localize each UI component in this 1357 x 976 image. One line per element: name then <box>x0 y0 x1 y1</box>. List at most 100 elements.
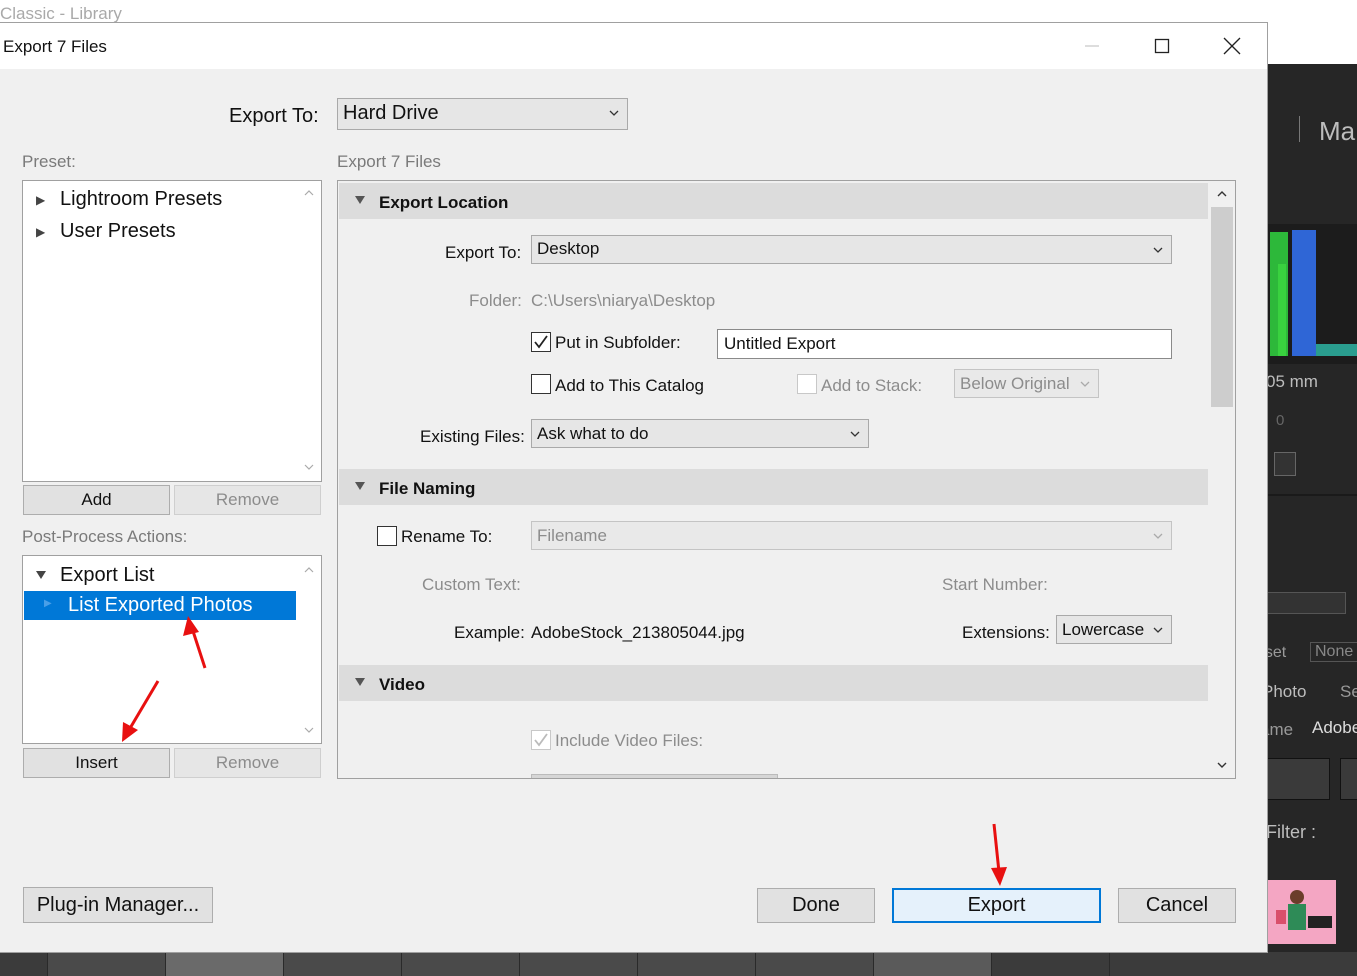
scroll-down-icon[interactable] <box>1217 761 1227 769</box>
post-remove-button[interactable]: Remove <box>174 748 321 778</box>
item-bullet-icon: ▶ <box>44 598 52 609</box>
section-title: Export Location <box>379 193 509 212</box>
photo-label: Photo <box>1266 682 1307 701</box>
chevron-down-icon <box>850 431 860 437</box>
dark-button-1[interactable] <box>1266 758 1330 800</box>
scroll-up-icon[interactable] <box>304 566 314 574</box>
value-zero: 0 <box>1276 412 1285 429</box>
export-to-select[interactable]: Hard Drive <box>337 98 628 130</box>
post-process-item-selected[interactable]: ▶ List Exported Photos <box>24 591 296 620</box>
scroll-up-icon[interactable] <box>1217 190 1227 198</box>
section-title: Video <box>379 675 425 694</box>
preset-item-label: Lightroom Presets <box>60 188 223 210</box>
export-location-header[interactable]: Export Location <box>339 183 1208 219</box>
scrollbar-thumb[interactable] <box>1211 207 1233 407</box>
settings-scrollbar[interactable] <box>1209 181 1235 778</box>
existing-files-select[interactable]: Ask what to do <box>531 419 869 448</box>
preset-remove-button[interactable]: Remove <box>174 485 321 515</box>
subfolder-checkbox[interactable] <box>531 332 551 352</box>
name-label: ame <box>1266 720 1294 739</box>
export-to-value: Hard Drive <box>343 102 439 124</box>
insert-button[interactable]: Insert <box>23 748 170 778</box>
close-button[interactable] <box>1197 23 1267 69</box>
expand-triangle-icon[interactable]: ▶ <box>36 225 45 239</box>
existing-files-value: Ask what to do <box>537 424 649 443</box>
chevron-down-icon <box>609 110 619 116</box>
rename-checkbox[interactable] <box>377 526 397 546</box>
chevron-down-icon <box>1153 533 1163 539</box>
collapse-triangle-icon[interactable] <box>355 196 365 204</box>
example-label: Example: <box>454 623 525 642</box>
lens-info: 05 mm <box>1266 372 1318 391</box>
preset-label: eset <box>1266 644 1287 661</box>
settings-panel: Export Location Export To: Desktop Folde… <box>337 180 1236 779</box>
preset-item-user[interactable]: ▶ User Presets <box>23 219 293 247</box>
post-process-item-label: List Exported Photos <box>68 594 253 616</box>
extensions-label: Extensions: <box>962 623 1050 642</box>
close-icon <box>1223 37 1241 55</box>
filmstrip-thumbnail[interactable] <box>1268 880 1336 944</box>
post-process-scrollbar[interactable] <box>297 556 321 743</box>
cancel-button[interactable]: Cancel <box>1118 888 1236 923</box>
preset-list[interactable]: ▶ Lightroom Presets ▶ User Presets <box>22 180 322 482</box>
custom-text-label: Custom Text: <box>422 575 521 594</box>
filter-label: Filter : <box>1266 822 1317 842</box>
include-video-checkbox[interactable] <box>531 730 551 750</box>
plugin-manager-button[interactable]: Plug-in Manager... <box>23 887 213 923</box>
done-button[interactable]: Done <box>757 888 875 923</box>
background-window-title: Classic - Library <box>0 4 122 23</box>
collapse-triangle-icon[interactable] <box>355 482 365 490</box>
dialog-header-caption: Export 7 Files <box>337 152 441 171</box>
start-number-label: Start Number: <box>942 575 1048 594</box>
maximize-button[interactable] <box>1127 23 1197 69</box>
preset-item-lightroom[interactable]: ▶ Lightroom Presets <box>23 187 293 215</box>
folder-label: Folder: <box>469 291 522 310</box>
rename-select[interactable]: Filename <box>531 521 1172 550</box>
minimize-button[interactable] <box>1057 23 1127 69</box>
location-export-to-select[interactable]: Desktop <box>531 235 1172 264</box>
spinner-1[interactable] <box>1274 452 1296 476</box>
subfolder-input[interactable]: Untitled Export <box>717 329 1172 359</box>
add-catalog-checkbox[interactable] <box>531 374 551 394</box>
minimize-icon <box>1085 45 1099 47</box>
post-process-group[interactable]: Export List <box>23 560 295 590</box>
dark-button-2[interactable] <box>1340 758 1357 800</box>
folder-path: C:\Users\niarya\Desktop <box>531 291 716 310</box>
add-stack-checkbox[interactable] <box>797 374 817 394</box>
extensions-select[interactable]: Lowercase <box>1056 615 1172 644</box>
background-filmstrip-bar <box>0 952 1357 976</box>
module-picker-map[interactable]: Ma <box>1319 116 1355 147</box>
scroll-down-icon[interactable] <box>304 463 314 471</box>
dialog-title: Export 7 Files <box>3 37 107 56</box>
chevron-down-icon <box>1080 381 1090 387</box>
background-right-panel: p Ma 05 mm 0 eset None Photo Se ame Adob… <box>1266 64 1357 976</box>
spinner-2[interactable] <box>1266 592 1346 614</box>
subfolder-label: Put in Subfolder: <box>555 333 681 352</box>
se-label: Se <box>1340 682 1357 701</box>
add-stack-select[interactable]: Below Original <box>954 369 1099 398</box>
expand-triangle-icon[interactable]: ▶ <box>36 193 45 207</box>
add-stack-value: Below Original <box>960 374 1070 393</box>
scroll-up-icon[interactable] <box>304 189 314 197</box>
post-process-group-label: Export List <box>60 564 155 586</box>
histogram <box>1266 224 1357 364</box>
name-value: Adobe <box>1312 718 1357 737</box>
preset-scrollbar[interactable] <box>297 181 321 481</box>
post-process-list[interactable]: Export List ▶ List Exported Photos <box>22 555 322 744</box>
file-naming-header[interactable]: File Naming <box>339 469 1208 505</box>
collapse-triangle-icon[interactable] <box>355 678 365 686</box>
export-button[interactable]: Export <box>892 888 1101 923</box>
preset-item-label: User Presets <box>60 220 176 242</box>
preset-add-button[interactable]: Add <box>23 485 170 515</box>
maximize-icon <box>1154 38 1170 54</box>
add-stack-label: Add to Stack: <box>821 376 923 395</box>
cut-off-control <box>531 774 778 778</box>
include-video-label: Include Video Files: <box>555 731 704 750</box>
existing-files-label: Existing Files: <box>420 427 525 446</box>
example-value: AdobeStock_213805044.jpg <box>531 623 745 642</box>
collapse-triangle-icon[interactable] <box>36 571 46 579</box>
scroll-down-icon[interactable] <box>304 726 314 734</box>
dialog-titlebar[interactable]: Export 7 Files <box>0 23 1267 69</box>
video-header[interactable]: Video <box>339 665 1208 701</box>
preset-value[interactable]: None <box>1310 642 1357 662</box>
